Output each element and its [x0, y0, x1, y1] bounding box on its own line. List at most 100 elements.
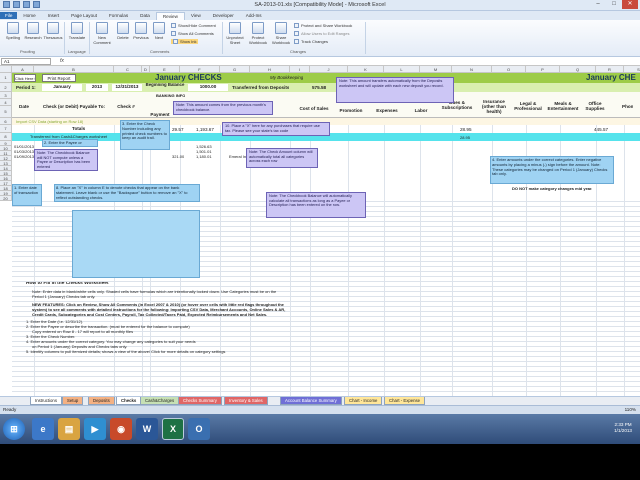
note-check-amount: Note: The Check Amount column will autom… — [246, 148, 318, 168]
tab-page-layout[interactable]: Page Layout — [65, 12, 103, 19]
row-header[interactable]: 1 — [0, 73, 12, 83]
new-comment-button[interactable]: New Comment — [91, 22, 113, 45]
tab-add-ins[interactable]: Add-Ins — [240, 12, 268, 19]
excel-taskbar-icon[interactable]: X — [162, 418, 184, 440]
maximize-button[interactable]: □ — [606, 0, 622, 9]
column-header[interactable]: I — [290, 66, 310, 73]
column-header[interactable]: K — [348, 66, 384, 73]
column-header[interactable]: N — [452, 66, 492, 73]
year-cell[interactable]: 2013 — [86, 84, 108, 91]
row-header[interactable]: 20 — [0, 196, 12, 201]
tab-deposits[interactable]: Deposits — [88, 397, 115, 405]
tab-setup[interactable]: Setup — [62, 397, 84, 405]
fx-icon[interactable]: fx — [60, 58, 64, 64]
column-header[interactable]: C — [114, 66, 142, 73]
period-label: Period 1: — [16, 85, 36, 90]
select-all-corner[interactable] — [0, 66, 12, 73]
print-report-button[interactable]: Print Report — [42, 74, 76, 82]
media-icon[interactable]: ▶ — [84, 418, 106, 440]
app-icon[interactable]: ◉ — [110, 418, 132, 440]
tab-formulas[interactable]: Formulas — [103, 12, 134, 19]
column-header[interactable]: P — [526, 66, 560, 73]
beginning-balance-value: 1000.00 — [188, 84, 228, 91]
clock[interactable]: 2:33 PM 1/1/2013 — [614, 422, 632, 434]
column-header[interactable]: M — [420, 66, 452, 73]
thesaurus-button[interactable]: Thesaurus — [42, 22, 64, 40]
comments-icon — [171, 31, 176, 36]
column-header[interactable]: S — [624, 66, 640, 73]
translate-button[interactable]: Translate — [66, 22, 88, 40]
protect-share-button[interactable]: Protect and Share Workbook — [294, 23, 352, 28]
note-balance-will-not-compute: Note: The Checkbook Balance will NOT com… — [34, 149, 98, 171]
col-cost-of-sales: Cost of Sales — [299, 106, 329, 111]
allow-users-button[interactable]: Allow Users to Edit Ranges — [294, 31, 349, 36]
clock-date: 1/1/2013 — [614, 428, 632, 433]
tab-review[interactable]: Review — [155, 11, 185, 20]
group-language: Language — [68, 49, 86, 54]
ie-icon[interactable]: e — [32, 418, 54, 440]
protect-workbook-button[interactable]: Protect Workbook — [247, 22, 269, 45]
share-workbook-button[interactable]: Share Workbook — [270, 22, 292, 45]
row-date-3[interactable]: 01/09/2013 — [14, 154, 34, 159]
row-header[interactable]: 5 — [0, 106, 12, 118]
unprotect-sheet-button[interactable]: Unprotect Sheet — [224, 22, 246, 45]
window-title: SA-2013-01.xls [Compatibility Mode] - Mi… — [254, 2, 386, 8]
column-header[interactable]: Q — [560, 66, 596, 73]
column-header[interactable]: A — [12, 66, 34, 73]
row-header[interactable]: 4 — [0, 99, 12, 106]
previous-icon — [135, 22, 147, 34]
howto-title: How to Fill in the Checks Worksheet — [26, 282, 109, 286]
row-header[interactable]: 8 — [0, 133, 12, 141]
column-header[interactable]: L — [384, 66, 420, 73]
show-all-comments-button[interactable]: Show All Comments — [171, 31, 214, 36]
track-changes-button[interactable]: Track Changes — [294, 39, 328, 44]
tab-account-balance[interactable]: Account Balance Summary — [280, 397, 342, 405]
help-button[interactable]: Click Here for Help — [14, 74, 36, 82]
tab-insert[interactable]: Insert — [42, 12, 66, 19]
row-header[interactable]: 3 — [0, 92, 12, 99]
zoom-level[interactable]: 110% — [625, 407, 636, 412]
protect-workbook-icon — [252, 22, 264, 34]
close-button[interactable]: ✕ — [622, 0, 638, 9]
spelling-button[interactable]: Spelling — [2, 22, 24, 40]
column-header[interactable]: R — [596, 66, 624, 73]
tab-checks[interactable]: Checks — [116, 397, 142, 405]
tab-checks-summary[interactable]: Checks Summary — [178, 397, 222, 405]
column-header[interactable]: H — [250, 66, 290, 73]
note-enter-date: 1. Enter date of transaction — [12, 184, 42, 206]
column-header[interactable]: B — [34, 66, 114, 73]
name-box[interactable]: A1 — [1, 58, 51, 65]
import-label: Import CSV Data (starting on Row 18) — [16, 119, 84, 124]
column-header[interactable]: J — [310, 66, 348, 73]
minimize-button[interactable]: – — [590, 0, 606, 9]
totals-balance: 1,193.67 — [196, 127, 214, 132]
show-hide-comment-button[interactable]: Show/Hide Comment — [171, 23, 216, 28]
tab-chart-expense[interactable]: Chart - Expense — [384, 397, 426, 405]
tab-file[interactable]: File — [0, 12, 18, 19]
tab-cash-charges[interactable]: Cash&Charges — [140, 397, 180, 405]
tab-developer[interactable]: Developer — [207, 12, 240, 19]
row-header[interactable]: 7 — [0, 125, 12, 133]
tab-inventory[interactable]: Inventory & Sales — [224, 397, 268, 405]
outlook-icon[interactable]: O — [188, 418, 210, 440]
column-header[interactable]: O — [492, 66, 526, 73]
row-header[interactable]: 6 — [0, 118, 12, 125]
next-comment-button[interactable]: Next — [148, 22, 170, 40]
column-header[interactable]: D — [142, 66, 150, 73]
research-button[interactable]: Research — [22, 22, 44, 40]
tab-home[interactable]: Home — [17, 12, 41, 19]
explorer-icon[interactable]: ▤ — [58, 418, 80, 440]
show-ink-button[interactable]: Show Ink — [171, 39, 199, 44]
column-header[interactable]: F — [180, 66, 220, 73]
column-header[interactable]: G — [220, 66, 250, 73]
column-header[interactable]: E — [150, 66, 180, 73]
row-header[interactable]: 2 — [0, 83, 12, 92]
word-icon[interactable]: W — [136, 418, 158, 440]
tab-instructions[interactable]: Instructions — [30, 397, 62, 405]
tab-view[interactable]: View — [185, 12, 207, 19]
tab-chart-income[interactable]: Chart - Income — [344, 397, 383, 405]
tab-data[interactable]: Data — [134, 12, 156, 19]
worksheet-grid[interactable]: ABCDEFGHIJKLMNOPQRS 1 2 3 4 5 6 7 8 9 10 11 12 13 14 1… — [0, 66, 640, 396]
start-icon[interactable]: ⊞ — [3, 418, 25, 440]
totals-payment: 29.57 — [172, 127, 184, 132]
